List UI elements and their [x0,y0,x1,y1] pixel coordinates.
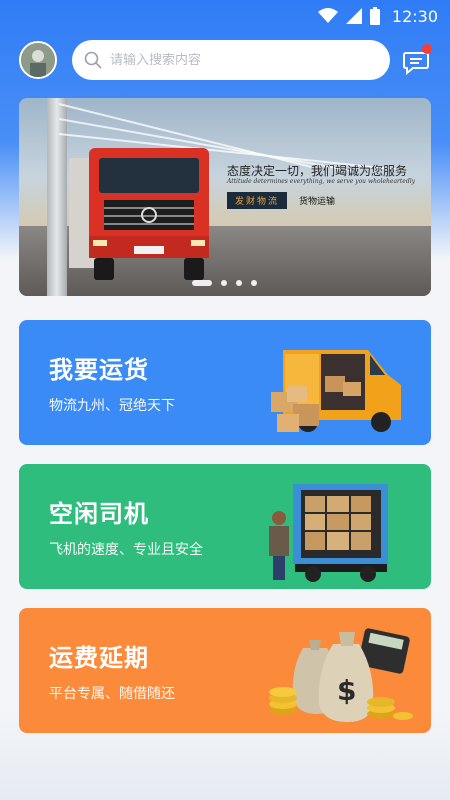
battery-icon [369,7,380,25]
money-bags-and-calculator-icon: $ [269,628,413,722]
idle-driver-card[interactable]: 空闲司机 飞机的速度、专业且安全 [19,464,431,589]
cellular-signal-icon [345,8,362,24]
notification-dot [422,44,432,54]
banner-title: 态度决定一切，我们竭诚为您服务 [227,164,408,178]
bridge-tower [47,98,67,296]
card-subtitle: 平台专属、随借随还 [49,686,175,702]
search-bar[interactable] [72,40,390,80]
banner-subtitle: Attitude determines everything, we serve… [227,178,416,185]
carousel-dot[interactable] [236,280,242,286]
search-input[interactable] [110,52,380,68]
carousel-dot-active[interactable] [192,280,212,286]
user-avatar[interactable] [19,41,57,79]
card-title: 空闲司机 [49,500,149,528]
carousel-dot[interactable] [221,280,227,286]
banner-brand-tag: 发财物流 [227,192,288,209]
truck-image [69,148,209,280]
card-title: 我要运货 [49,356,149,384]
freight-deferral-card[interactable]: 运费延期 平台专属、随借随还 $ [19,608,431,733]
banner-secondary-tag: 货物运输 [299,197,336,207]
wifi-icon [317,8,338,23]
promo-banner[interactable]: 态度决定一切，我们竭诚为您服务 Attitude determines ever… [19,98,431,296]
card-subtitle: 飞机的速度、专业且安全 [49,542,203,558]
van-with-boxes-icon [271,350,401,432]
carousel-indicator [192,280,257,286]
svg-text:$: $ [337,674,356,707]
message-button[interactable] [402,44,432,78]
ship-goods-card[interactable]: 我要运货 物流九州、冠绝天下 [19,320,431,445]
top-header [0,38,450,82]
search-icon [84,51,102,69]
status-time: 12:30 [391,6,438,26]
carousel-dot[interactable] [251,280,257,286]
card-subtitle: 物流九州、冠绝天下 [49,398,175,414]
avatar-photo [21,43,55,77]
driver-with-truck-icon [269,484,388,582]
status-bar: 12:30 [0,0,450,32]
card-title: 运费延期 [49,644,149,672]
